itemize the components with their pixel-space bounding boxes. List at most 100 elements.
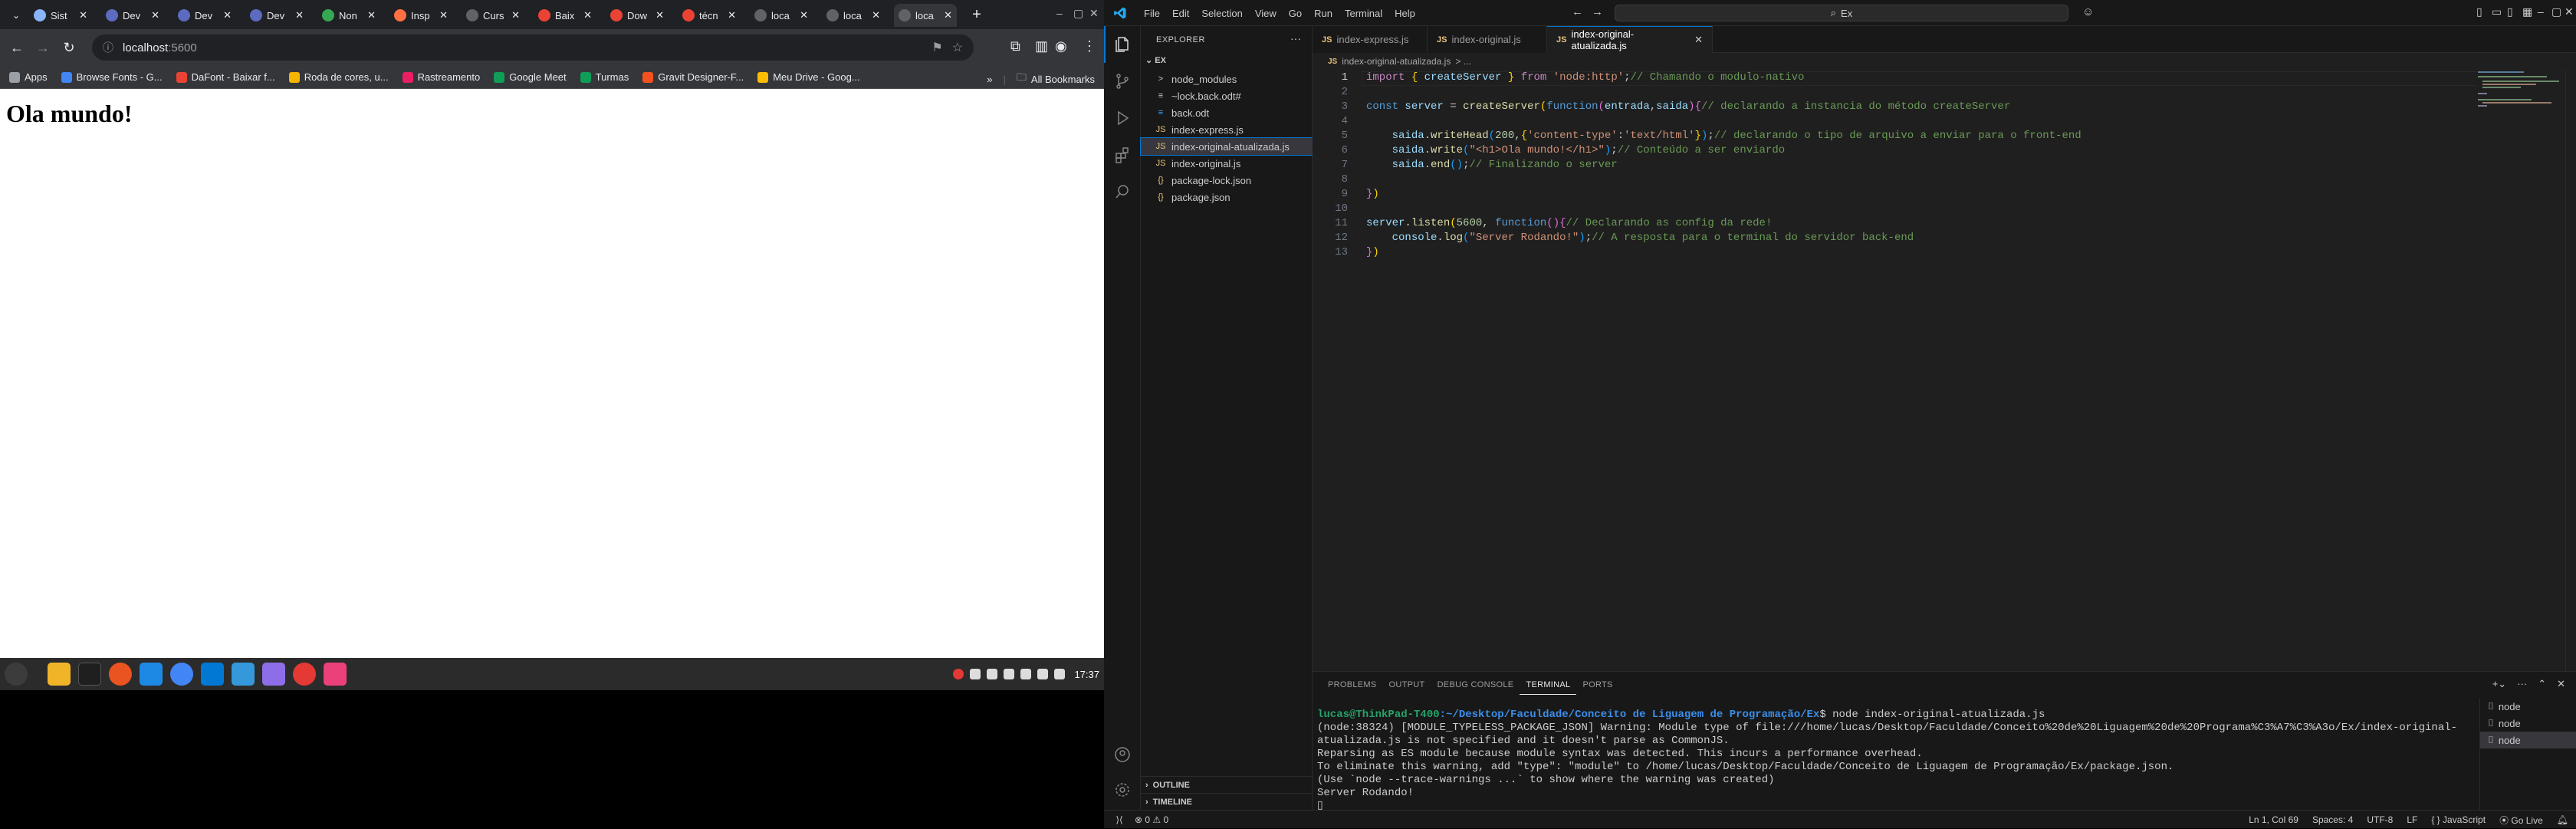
toggle-sidebar-icon[interactable]: ▯ — [2476, 5, 2482, 18]
translate-icon[interactable]: ⚑ — [932, 40, 942, 55]
image-viewer-icon[interactable] — [324, 663, 347, 686]
browser-tab[interactable]: Dev ✕ — [101, 4, 164, 27]
nav-forward-icon[interactable]: → — [1592, 5, 1603, 18]
problems-status[interactable]: ⊗ 0 ⚠ 0 — [1135, 814, 1168, 825]
cursor-position[interactable]: Ln 1, Col 69 — [2249, 814, 2298, 825]
minimap[interactable] — [2476, 70, 2565, 116]
file-item[interactable]: {} package-lock.json — [1141, 172, 1313, 189]
chrome-menu-icon[interactable]: ⋮ — [1083, 38, 1096, 54]
search-icon[interactable] — [1104, 173, 1141, 210]
more-actions-icon[interactable]: ··· — [2517, 678, 2527, 690]
browser-tab[interactable]: loca ✕ — [894, 4, 957, 27]
language-mode[interactable]: { } JavaScript — [2431, 814, 2486, 825]
close-tab-icon[interactable]: ✕ — [151, 9, 159, 21]
panel-tab-ports[interactable]: PORTS — [1576, 676, 1618, 694]
tab-search-icon[interactable]: ⌄ — [8, 7, 25, 24]
profile-avatar[interactable]: ◉ — [1055, 38, 1067, 54]
bookmark-item[interactable]: Meu Drive - Goog... — [757, 71, 860, 83]
close-tab-icon[interactable]: ✕ — [944, 9, 952, 21]
menu-help[interactable]: Help — [1388, 8, 1421, 19]
file-item[interactable]: {} package.json — [1141, 189, 1313, 206]
bookmark-item[interactable]: Roda de cores, u... — [288, 71, 389, 83]
sidepanel-icon[interactable]: ▥ — [1035, 38, 1048, 54]
browser-tab[interactable]: Dev ✕ — [173, 4, 236, 27]
panel-tab-terminal[interactable]: TERMINAL — [1520, 676, 1577, 695]
browser-tab[interactable]: Non ✕ — [317, 4, 380, 27]
browser-tab[interactable]: Curs ✕ — [462, 4, 524, 27]
menu-go[interactable]: Go — [1283, 8, 1308, 19]
layout-icon[interactable]: ▦ — [2522, 5, 2532, 18]
maximize-icon[interactable]: ▢ — [1073, 7, 1083, 20]
file-item[interactable]: JS index-original-atualizada.js — [1140, 137, 1313, 156]
maximize-icon[interactable]: ▢ — [2551, 5, 2561, 18]
browser-tab[interactable]: Insp ✕ — [389, 4, 452, 27]
close-tab-icon[interactable]: ✕ — [872, 9, 880, 21]
menu-selection[interactable]: Selection — [1195, 8, 1248, 19]
menu-edit[interactable]: Edit — [1166, 8, 1195, 19]
close-tab-icon[interactable]: ✕ — [583, 9, 592, 21]
volume-icon[interactable] — [1037, 669, 1049, 679]
remote-icon[interactable]: ⟩⟨ — [1104, 814, 1135, 825]
browser-tab[interactable]: técn ✕ — [678, 4, 741, 27]
browser-tab[interactable]: Dow ✕ — [606, 4, 669, 27]
more-actions-icon[interactable]: ··· — [1290, 32, 1301, 44]
golive-button[interactable]: ⦿ Go Live — [2499, 814, 2543, 827]
workspace-folder[interactable]: ⌄ EX — [1145, 55, 1166, 65]
tab-index-original[interactable]: JS index-original.js — [1428, 26, 1547, 53]
toggle-secondary-icon[interactable]: ▯ — [2507, 5, 2513, 18]
tab-index-original-atualizada[interactable]: JS index-original-atualizada.js ✕ — [1547, 26, 1713, 53]
reload-button[interactable]: ↻ — [60, 38, 78, 57]
run-debug-icon[interactable] — [1104, 100, 1141, 137]
extensions-icon[interactable]: ⧉ — [1010, 38, 1020, 54]
file-item[interactable]: ≡ ~lock.back.odt# — [1141, 87, 1313, 104]
writer-icon[interactable] — [140, 663, 163, 686]
outline-section[interactable]: › OUTLINE — [1141, 776, 1313, 793]
account-icon[interactable] — [1104, 736, 1141, 773]
bookmark-item[interactable]: Turmas — [580, 71, 629, 83]
menu-view[interactable]: View — [1249, 8, 1283, 19]
file-item[interactable]: > node_modules — [1141, 71, 1313, 87]
close-tab-icon[interactable]: ✕ — [223, 9, 232, 21]
copilot-icon[interactable]: ☺ — [2082, 5, 2094, 18]
bookmarks-overflow-icon[interactable]: » — [987, 74, 992, 85]
bookmark-item[interactable]: Google Meet — [494, 71, 567, 83]
eol-status[interactable]: LF — [2407, 814, 2417, 825]
panel-tab-output[interactable]: OUTPUT — [1383, 676, 1431, 694]
bookmark-star-icon[interactable]: ☆ — [952, 40, 963, 55]
extensions-icon[interactable] — [1104, 137, 1141, 173]
close-tab-icon[interactable]: ✕ — [800, 9, 808, 21]
shield-icon[interactable] — [1004, 669, 1015, 679]
close-tab-icon[interactable]: ✕ — [295, 9, 304, 21]
tray-icon[interactable] — [987, 669, 998, 679]
breadcrumb-symbol[interactable]: > ... — [1455, 56, 1470, 67]
close-tab-icon[interactable]: ✕ — [79, 9, 87, 21]
new-terminal-icon[interactable]: +⌄ — [2492, 678, 2506, 690]
terminal-instance[interactable]: ⌷ node — [2480, 732, 2576, 748]
close-tab-icon[interactable]: ✕ — [511, 9, 520, 21]
record-icon[interactable] — [953, 669, 964, 679]
vscode-taskbar-icon[interactable] — [201, 663, 224, 686]
new-tab-button[interactable]: + — [968, 6, 986, 25]
close-tab-icon[interactable]: ✕ — [1694, 34, 1703, 46]
explorer-icon[interactable] — [1104, 26, 1141, 63]
editor-scrollbar[interactable] — [2565, 70, 2576, 671]
bookmark-item[interactable]: Apps — [9, 71, 48, 83]
all-bookmarks-button[interactable]: 🗀 All Bookmarks — [1017, 71, 1095, 87]
code-editor[interactable]: 1 2 3 4 5 6 7 8 9 10 11 12 13 import { createServer … — [1313, 70, 2576, 671]
browser-tab[interactable]: loca ✕ — [750, 4, 813, 27]
file-item[interactable]: JS index-express.js — [1141, 121, 1313, 138]
bookmark-item[interactable]: Gravit Designer-F... — [642, 71, 744, 83]
command-center-search[interactable]: ⌕ Ex — [1615, 5, 2068, 21]
panel-tab-problems[interactable]: PROBLEMS — [1322, 676, 1383, 694]
indentation-status[interactable]: Spaces: 4 — [2312, 814, 2353, 825]
browser-tab[interactable]: Baix ✕ — [534, 4, 596, 27]
notes-icon[interactable] — [262, 663, 285, 686]
browser-tab[interactable]: Dev ✕ — [245, 4, 308, 27]
nav-back-icon[interactable]: ← — [1572, 5, 1583, 18]
notifications-bell-icon[interactable]: 🔔︎ — [2557, 814, 2568, 825]
tray-icon[interactable] — [970, 669, 981, 679]
close-window-icon[interactable]: ✕ — [1089, 7, 1099, 20]
close-tab-icon[interactable]: ✕ — [439, 9, 448, 21]
terminal-instance[interactable]: ⌷ node — [2480, 715, 2576, 732]
browser-tab[interactable]: Sist ✕ — [29, 4, 92, 27]
